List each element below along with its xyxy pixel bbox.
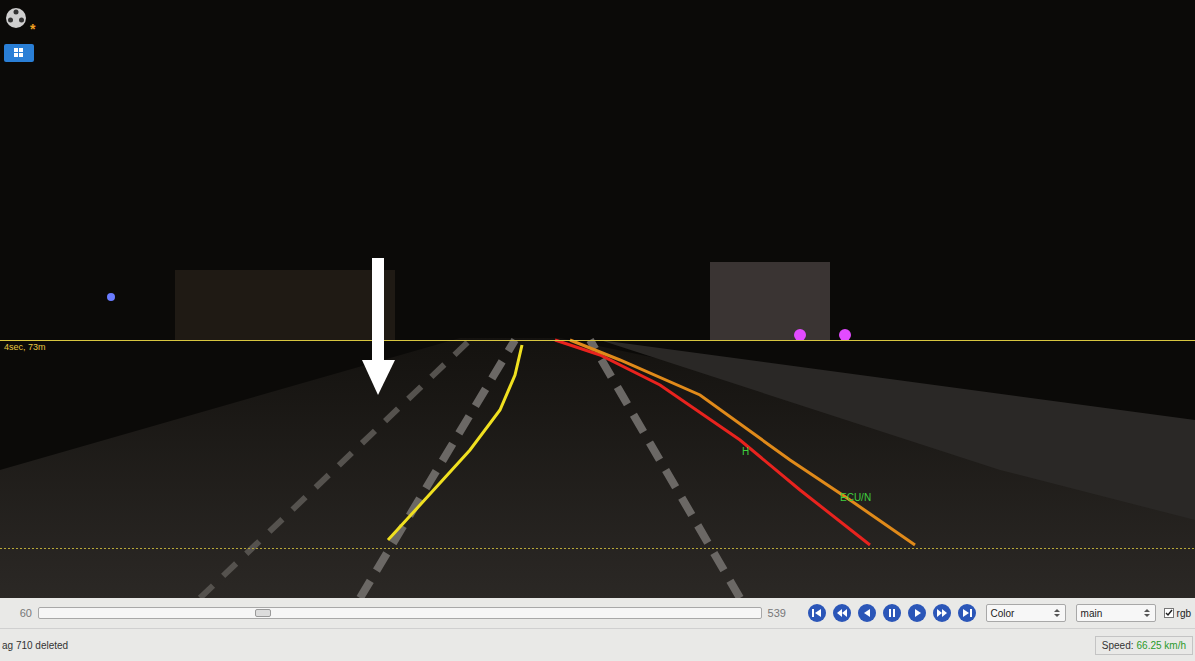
reel-tool[interactable]: * (4, 6, 40, 36)
first-button[interactable] (808, 604, 826, 622)
film-reel-icon (4, 6, 28, 30)
check-icon (1165, 609, 1173, 617)
pause-button[interactable] (883, 604, 901, 622)
frame-slider[interactable] (38, 607, 762, 619)
horizon-label: 4sec, 73m (4, 343, 46, 352)
transport-buttons (808, 604, 976, 622)
updown-arrow-icon (1143, 608, 1151, 618)
prev-button[interactable] (858, 604, 876, 622)
lane-label: H (742, 447, 749, 457)
prev-icon (858, 604, 876, 622)
playback-bar: 60 539 Color main rgb (0, 598, 1195, 628)
last-button[interactable] (958, 604, 976, 622)
slider-thumb[interactable] (255, 609, 271, 617)
updown-arrow-icon (1053, 608, 1061, 618)
speed-value: 66.25 km/h (1137, 638, 1186, 653)
play-button[interactable] (908, 604, 926, 622)
play-icon (908, 604, 926, 622)
select-value: main (1081, 606, 1103, 621)
checkbox-label: rgb (1177, 606, 1191, 621)
select-value: Color (991, 606, 1015, 621)
layer-tool[interactable] (4, 44, 34, 62)
checkbox-box[interactable] (1164, 608, 1174, 618)
rewind-icon (833, 604, 851, 622)
forward-button[interactable] (933, 604, 951, 622)
tool-icons: * (4, 6, 40, 62)
select-box[interactable]: Color (986, 604, 1066, 622)
lane-label: ECU/N (840, 493, 871, 503)
status-bar: ag 710 deleted Speed:66.25 km/h (0, 628, 1195, 661)
rewind-button[interactable] (833, 604, 851, 622)
modified-marker: * (30, 22, 35, 36)
pause-icon (883, 604, 901, 622)
first-icon (808, 604, 826, 622)
frame-start: 60 (4, 605, 32, 622)
speed-label: Speed: (1102, 638, 1134, 653)
speed-display: Speed:66.25 km/h (1095, 636, 1193, 655)
video-scene (0, 0, 1195, 598)
grid-icon (4, 44, 34, 62)
last-icon (958, 604, 976, 622)
video-frame: * 4sec, 73m H ECU/N (0, 0, 1195, 598)
select-box[interactable]: main (1076, 604, 1156, 622)
frame-end: 539 (768, 605, 798, 622)
rgb-checkbox[interactable]: rgb (1164, 606, 1191, 621)
status-message: ag 710 deleted (2, 638, 68, 653)
forward-icon (933, 604, 951, 622)
